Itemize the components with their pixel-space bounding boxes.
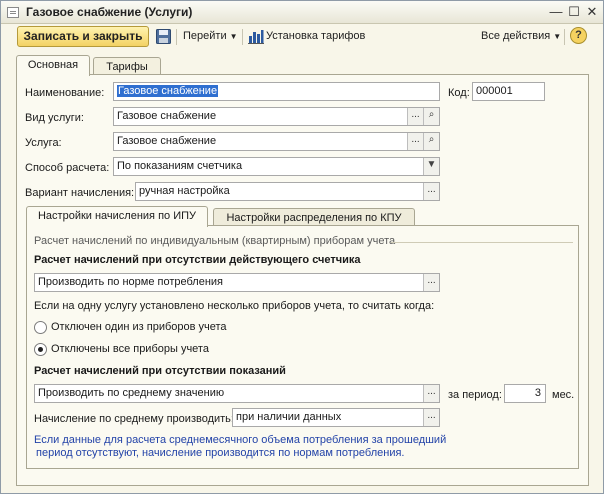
help-button[interactable]: ? xyxy=(570,27,587,44)
average-value: при наличии данных xyxy=(236,411,342,423)
minimize-button[interactable]: — xyxy=(548,4,564,20)
close-button[interactable]: ✕ xyxy=(584,4,600,20)
period-label: за период: xyxy=(448,389,502,401)
calc-method-value: По показаниям счетчика xyxy=(117,160,243,172)
code-label: Код: xyxy=(448,87,470,99)
toolbar-separator xyxy=(176,29,177,45)
radio-all-off-label[interactable]: Отключены все приборы учета xyxy=(51,343,209,355)
triangle-down-icon[interactable]: ▼ xyxy=(423,158,439,175)
toolbar-separator xyxy=(564,29,565,45)
document-icon xyxy=(7,7,19,18)
all-actions-menu[interactable]: Все действия ▼ xyxy=(481,30,561,42)
save-and-close-button[interactable]: Записать и закрыть xyxy=(17,26,149,47)
radio-one-off[interactable] xyxy=(34,321,47,334)
name-value: Газовое снабжение xyxy=(117,85,219,97)
name-label: Наименование: xyxy=(25,87,105,99)
form-window: Газовое снабжение (Услуги) — ☐ ✕ Записат… xyxy=(0,0,604,494)
title-bar[interactable]: Газовое снабжение (Услуги) — ☐ ✕ xyxy=(1,1,603,24)
floppy-disk-icon[interactable] xyxy=(156,29,171,44)
ellipsis-icon[interactable]: ... xyxy=(407,133,423,150)
no-meter-section-title: Расчет начислений при отсутствии действу… xyxy=(34,254,361,266)
accrual-variant-label: Вариант начисления: xyxy=(25,187,135,199)
toolbar-separator xyxy=(242,29,243,45)
radio-one-off-label[interactable]: Отключен один из приборов учета xyxy=(51,321,227,333)
go-menu[interactable]: Перейти ▼ xyxy=(183,30,238,42)
radio-all-off[interactable] xyxy=(34,343,47,356)
accrual-variant-input[interactable]: ручная настройка ... xyxy=(135,182,440,201)
multi-meter-question: Если на одну услугу установлено нескольк… xyxy=(34,300,435,312)
no-readings-value: Производить по среднему значению xyxy=(38,387,225,399)
chevron-down-icon: ▼ xyxy=(229,32,238,41)
group-divider xyxy=(391,242,573,243)
code-input[interactable]: 000001 xyxy=(472,82,545,101)
ellipsis-icon[interactable]: ... xyxy=(407,108,423,125)
window-title: Газовое снабжение (Услуги) xyxy=(26,5,193,19)
tab-ipu-settings[interactable]: Настройки начисления по ИПУ xyxy=(26,206,208,227)
magnifier-icon[interactable]: ⌕ xyxy=(423,108,439,125)
no-readings-section-title: Расчет начислений при отсутствии показан… xyxy=(34,365,286,377)
tab-main[interactable]: Основная xyxy=(16,55,90,76)
no-meter-value: Производить по норме потребления xyxy=(38,276,223,288)
service-type-input[interactable]: Газовое снабжение ... ⌕ xyxy=(113,107,440,126)
ellipsis-icon[interactable]: ... xyxy=(423,409,439,426)
calc-method-label: Способ расчета: xyxy=(25,162,110,174)
bar-chart-icon[interactable] xyxy=(248,29,264,44)
no-meter-input[interactable]: Производить по норме потребления ... xyxy=(34,273,440,292)
info-note-line-2: период отсутствуют, начисление производи… xyxy=(36,447,405,459)
ellipsis-icon[interactable]: ... xyxy=(423,274,439,291)
period-unit: мес. xyxy=(552,389,575,401)
maximize-button[interactable]: ☐ xyxy=(566,4,582,20)
all-actions-label: Все действия xyxy=(481,30,551,42)
no-readings-input[interactable]: Производить по среднему значению ... xyxy=(34,384,440,403)
magnifier-icon[interactable]: ⌕ xyxy=(423,133,439,150)
info-note-line-1: Если данные для расчета среднемесячного … xyxy=(34,434,447,446)
ellipsis-icon[interactable]: ... xyxy=(423,385,439,402)
go-menu-label: Перейти xyxy=(183,30,227,42)
chevron-down-icon: ▼ xyxy=(553,32,562,41)
calc-method-select[interactable]: По показаниям счетчика ▼ xyxy=(113,157,440,176)
service-type-label: Вид услуги: xyxy=(25,112,84,124)
name-input[interactable]: Газовое снабжение xyxy=(113,82,440,101)
ellipsis-icon[interactable]: ... xyxy=(423,183,439,200)
service-label: Услуга: xyxy=(25,137,62,149)
service-input[interactable]: Газовое снабжение ... ⌕ xyxy=(113,132,440,151)
average-label: Начисление по среднему производить: xyxy=(34,413,234,425)
accrual-variant-value: ручная настройка xyxy=(139,185,230,197)
average-input[interactable]: при наличии данных ... xyxy=(232,408,440,427)
service-type-value: Газовое снабжение xyxy=(117,110,217,122)
tariffs-button[interactable]: Установка тарифов xyxy=(266,30,365,42)
period-input[interactable]: 3 xyxy=(504,384,546,403)
service-value: Газовое снабжение xyxy=(117,135,217,147)
group-title: Расчет начислений по индивидуальным (ква… xyxy=(34,235,396,247)
toolbar: Записать и закрыть Перейти ▼ Установка т… xyxy=(1,24,603,50)
